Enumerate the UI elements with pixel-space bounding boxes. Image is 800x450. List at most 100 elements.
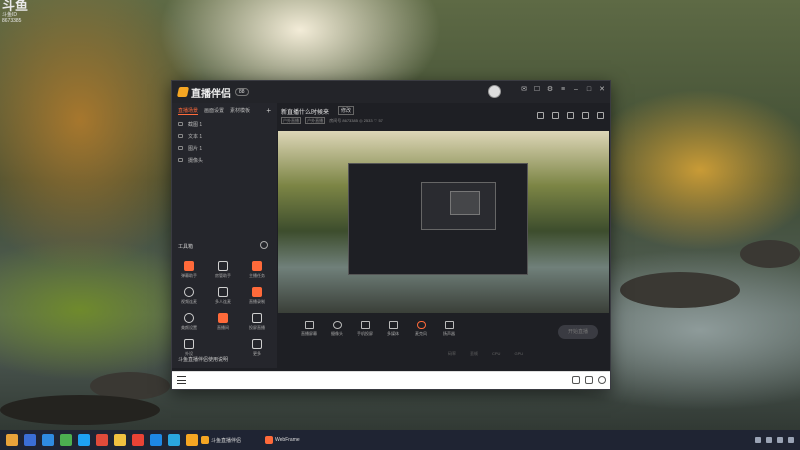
- taskbar-app-streaming[interactable]: 斗鱼直播伴侣: [201, 436, 241, 444]
- tool-video-link[interactable]: 视频连麦: [174, 287, 204, 305]
- speaker-button[interactable]: 扬声器: [434, 321, 464, 337]
- layout-icon[interactable]: [537, 112, 544, 119]
- viewer-count: 2533: [363, 118, 373, 123]
- microphone-button[interactable]: 麦克风: [406, 321, 436, 337]
- app-logo-icon: [176, 87, 190, 97]
- edge-icon[interactable]: [150, 434, 162, 446]
- share-icon[interactable]: [597, 112, 604, 119]
- title-bar: 直播伴侣 88 ✉ ☐ ⚙ ≡ – □ ✕: [172, 81, 610, 103]
- media-icon: [388, 321, 398, 329]
- settings-icon[interactable]: ⚙: [546, 86, 554, 94]
- screen-capture-button[interactable]: 直播屏幕: [294, 321, 324, 337]
- chrome-icon[interactable]: [132, 434, 144, 446]
- river-rock: [740, 240, 800, 268]
- app-icon[interactable]: [168, 434, 180, 446]
- room-label: 房间号: [329, 118, 342, 123]
- tool-more[interactable]: 更多: [242, 339, 272, 357]
- tool-cast[interactable]: 投屏直播: [242, 313, 272, 331]
- chevron-up-icon[interactable]: [755, 437, 761, 443]
- bell-icon[interactable]: [582, 112, 589, 119]
- camera-button[interactable]: 摄像头: [322, 321, 352, 337]
- record-icon: [252, 287, 262, 297]
- watermark-room-id: 8673385: [2, 18, 22, 24]
- message-icon[interactable]: ✉: [520, 86, 528, 94]
- search-icon[interactable]: [24, 434, 36, 446]
- menu-icon[interactable]: [177, 376, 186, 384]
- player-controls: [572, 376, 606, 384]
- menu-icon[interactable]: ≡: [559, 86, 567, 94]
- danmaku-icon: [184, 261, 194, 271]
- more-icon: [252, 339, 262, 349]
- category-tag[interactable]: 户外直播: [305, 117, 326, 124]
- room-id: 8673385: [342, 118, 358, 123]
- version-badge[interactable]: 88: [235, 88, 249, 96]
- screen-record-icon[interactable]: [572, 376, 580, 384]
- settings-icon[interactable]: [585, 376, 593, 384]
- avatar[interactable]: [488, 85, 501, 98]
- visibility-icon[interactable]: [178, 122, 183, 126]
- edit-title-button[interactable]: 修改: [338, 106, 355, 115]
- fans-icon: ♡: [373, 118, 378, 123]
- screen-icon: [304, 321, 314, 329]
- tool-tasks[interactable]: 主播任务: [242, 261, 272, 279]
- phone-cast-button[interactable]: 手机投屏: [350, 321, 380, 337]
- category-tag[interactable]: 户外直播: [281, 117, 301, 124]
- microphone-icon: [416, 321, 426, 329]
- stat-bitrate: 码率: [448, 351, 456, 356]
- streaming-watermark: 斗鱼 斗鱼ID 8673385: [2, 0, 32, 30]
- window-controls: ✉ ☐ ⚙ ≡ – □ ✕: [520, 86, 606, 94]
- tools-toggle-icon[interactable]: [260, 241, 268, 249]
- go-live-button[interactable]: 开始直播: [558, 325, 598, 339]
- media-button[interactable]: 多媒体: [378, 321, 408, 337]
- app-brand: 直播伴侣: [176, 85, 231, 100]
- folder-icon[interactable]: [114, 434, 126, 446]
- tool-peripheral[interactable]: 外设: [174, 339, 204, 357]
- tab-templates[interactable]: 素材模板: [230, 107, 250, 114]
- visibility-icon[interactable]: [178, 134, 183, 138]
- tool-record[interactable]: 直播录制: [242, 287, 272, 305]
- visibility-icon[interactable]: [178, 146, 183, 150]
- clock-icon[interactable]: [788, 437, 794, 443]
- qq-icon[interactable]: [78, 434, 90, 446]
- scene-item[interactable]: 摄像头: [172, 154, 277, 166]
- taskbar-app-webframe[interactable]: WebFrame: [265, 436, 300, 444]
- stream-header: 新直播什么时候来 修改 户外直播 户外直播 房间号 8673385 ◎ 2533…: [278, 103, 610, 131]
- app-icon[interactable]: [186, 434, 198, 446]
- stat-cpu: CPU: [492, 351, 501, 356]
- stream-preview[interactable]: [278, 131, 609, 313]
- close-icon[interactable]: ✕: [598, 86, 606, 94]
- tool-danmaku[interactable]: 弹幕助手: [174, 261, 204, 279]
- search-icon[interactable]: [598, 376, 606, 384]
- tool-beauty[interactable]: 美颜设置: [174, 313, 204, 331]
- volume-icon[interactable]: [777, 437, 783, 443]
- tool-multi-link[interactable]: 多人连麦: [208, 287, 238, 305]
- tool-live-room[interactable]: 直播间: [208, 313, 238, 331]
- minimize-icon[interactable]: –: [572, 86, 580, 94]
- nested-preview-window: [450, 191, 480, 215]
- taskbar: 斗鱼直播伴侣 WebFrame: [0, 430, 800, 450]
- streaming-app-icon: [201, 436, 209, 444]
- start-icon[interactable]: [6, 434, 18, 446]
- stat-dropped: 丢帧: [470, 351, 478, 356]
- wechat-icon[interactable]: [60, 434, 72, 446]
- network-icon[interactable]: [766, 437, 772, 443]
- multi-user-icon: [218, 287, 228, 297]
- tab-settings[interactable]: 画面设置: [204, 107, 224, 114]
- scene-item[interactable]: 文本 1: [172, 130, 277, 142]
- browser-icon[interactable]: [96, 434, 108, 446]
- gift-icon[interactable]: ☐: [533, 86, 541, 94]
- scene-item[interactable]: 截图 1: [172, 118, 277, 130]
- cast-icon: [252, 313, 262, 323]
- stream-info: 户外直播 户外直播 房间号 8673385 ◎ 2533 ♡ 57: [281, 117, 383, 124]
- tab-scenes[interactable]: 直播场景: [178, 107, 199, 115]
- gift-icon[interactable]: [567, 112, 574, 119]
- lock-icon[interactable]: [552, 112, 559, 119]
- tool-room-manager[interactable]: 房管助手: [208, 261, 238, 279]
- player-bottom-bar: [172, 371, 610, 389]
- notice-text[interactable]: 斗鱼直播伴侣使用说明: [178, 356, 228, 363]
- scene-item[interactable]: 图片 1: [172, 142, 277, 154]
- maximize-icon[interactable]: □: [585, 86, 593, 94]
- visibility-icon[interactable]: [178, 158, 183, 162]
- task-view-icon[interactable]: [42, 434, 54, 446]
- add-scene-icon[interactable]: +: [266, 106, 271, 115]
